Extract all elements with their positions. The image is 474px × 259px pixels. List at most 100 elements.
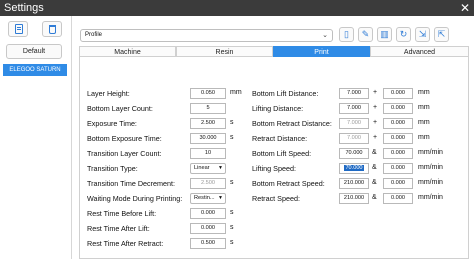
bottom-lift-distance-op: + — [373, 89, 378, 96]
tab-print[interactable]: Print — [273, 46, 370, 57]
print-settings-panel: Layer Height: 0.050 mm Bottom Layer Coun… — [79, 57, 469, 259]
waiting-mode-value: Restin... — [194, 195, 215, 201]
lifting-distance-input[interactable]: 7.000 — [339, 103, 369, 114]
refresh-profile-button[interactable]: ↻ — [396, 27, 411, 42]
bottom-lift-speed-label: Bottom Lift Speed: — [252, 149, 312, 158]
bottom-lift-distance-label: Bottom Lift Distance: — [252, 89, 319, 98]
transition-layer-count-input[interactable]: 10 — [190, 148, 226, 159]
bottom-lift-distance-unit: mm — [418, 89, 430, 96]
rest-after-lift-input[interactable]: 0.000 — [190, 223, 226, 234]
printer-sidebar: Default ELEGOO SATURN — [0, 16, 72, 259]
bottom-retract-speed-unit: mm/min — [418, 179, 443, 186]
retract-distance-input[interactable]: 7.000 — [339, 133, 369, 144]
rest-after-retract-label: Rest Time After Retract: — [87, 239, 164, 248]
bottom-retract-speed-extra-input[interactable]: 0.000 — [383, 178, 413, 189]
lifting-distance-extra-input[interactable]: 0.000 — [383, 103, 413, 114]
lifting-distance-op: + — [373, 104, 378, 111]
retract-distance-label: Retract Distance: — [252, 134, 308, 143]
bottom-retract-distance-label: Bottom Retract Distance: — [252, 119, 332, 128]
retract-speed-label: Retract Speed: — [252, 194, 300, 203]
retract-speed-op: & — [372, 194, 377, 201]
settings-window: Default ELEGOO SATURN Profile ⌄ ▯ ✎ ▥ ↻ … — [0, 16, 474, 259]
waiting-mode-label: Waiting Mode During Printing: — [87, 194, 183, 203]
new-icon: ▯ — [344, 29, 349, 39]
bottom-exposure-time-input[interactable]: 30.000 — [190, 133, 226, 144]
tab-bar: Machine Resin Print Advanced — [79, 46, 469, 57]
rest-after-lift-label: Rest Time After Lift: — [87, 224, 150, 233]
bottom-exposure-time-label: Bottom Exposure Time: — [87, 134, 162, 143]
edit-profile-button[interactable]: ✎ — [358, 27, 373, 42]
bottom-lift-speed-unit: mm/min — [418, 149, 443, 156]
doc-icon — [15, 24, 23, 34]
export-profile-button[interactable]: ⇱ — [434, 27, 449, 42]
default-button[interactable]: Default — [6, 44, 62, 59]
tab-resin[interactable]: Resin — [176, 46, 273, 57]
rest-before-lift-label: Rest Time Before Lift: — [87, 209, 157, 218]
lifting-speed-extra-input[interactable]: 0.000 — [383, 163, 413, 174]
rest-before-lift-input[interactable]: 0.000 — [190, 208, 226, 219]
lifting-distance-unit: mm — [418, 104, 430, 111]
bottom-retract-distance-extra-input[interactable]: 0.000 — [383, 118, 413, 129]
lifting-distance-label: Lifting Distance: — [252, 104, 304, 113]
lifting-speed-input[interactable]: 70.000 — [339, 163, 369, 174]
bottom-retract-speed-input[interactable]: 210.000 — [339, 178, 369, 189]
profile-dropdown[interactable]: Profile ⌄ — [80, 29, 333, 42]
bottom-lift-distance-extra-input[interactable]: 0.000 — [383, 88, 413, 99]
rest-after-retract-input[interactable]: 0.500 — [190, 238, 226, 249]
rest-before-lift-unit: s — [230, 209, 234, 216]
bottom-exposure-time-unit: s — [230, 134, 234, 141]
bottom-lift-speed-op: & — [372, 149, 377, 156]
retract-distance-unit: mm — [418, 134, 430, 141]
printer-item-elegoo-saturn[interactable]: ELEGOO SATURN — [3, 64, 67, 76]
tab-machine[interactable]: Machine — [79, 46, 176, 57]
delete-icon: ▥ — [380, 29, 389, 39]
bottom-layer-count-input[interactable]: 5 — [190, 103, 226, 114]
import-profile-button[interactable]: ⇲ — [415, 27, 430, 42]
retract-speed-unit: mm/min — [418, 194, 443, 201]
exposure-time-unit: s — [230, 119, 234, 126]
bottom-retract-distance-op: + — [373, 119, 378, 126]
bottom-retract-distance-input[interactable]: 7.000 — [339, 118, 369, 129]
delete-profile-button[interactable]: ▥ — [377, 27, 392, 42]
retract-distance-extra-input[interactable]: 0.000 — [383, 133, 413, 144]
caret-down-icon: ▼ — [218, 165, 223, 171]
lifting-speed-op: & — [372, 164, 377, 171]
new-printer-button[interactable] — [8, 21, 28, 37]
retract-speed-extra-input[interactable]: 0.000 — [383, 193, 413, 204]
transition-time-decrement-unit: s — [230, 179, 234, 186]
chevron-down-icon: ⌄ — [322, 32, 328, 39]
bottom-retract-distance-unit: mm — [418, 119, 430, 126]
lifting-speed-selected-text: 70.000 — [344, 165, 364, 171]
export-icon: ⇱ — [437, 29, 446, 39]
bottom-layer-count-label: Bottom Layer Count: — [87, 104, 153, 113]
new-profile-button[interactable]: ▯ — [339, 27, 354, 42]
lifting-speed-unit: mm/min — [418, 164, 443, 171]
bottom-retract-speed-op: & — [372, 179, 377, 186]
transition-time-decrement-label: Transition Time Decrement: — [87, 179, 176, 188]
rest-after-retract-unit: s — [230, 239, 234, 246]
transition-type-value: Linear — [194, 165, 210, 171]
transition-time-decrement-input[interactable]: 2.500 — [190, 178, 226, 189]
transition-layer-count-label: Transition Layer Count: — [87, 149, 162, 158]
bottom-lift-speed-input[interactable]: 70.000 — [339, 148, 369, 159]
delete-printer-button[interactable] — [42, 21, 62, 37]
trash-icon — [49, 25, 56, 34]
close-icon[interactable]: ✕ — [460, 0, 470, 16]
import-icon: ⇲ — [418, 29, 427, 39]
transition-type-label: Transition Type: — [87, 164, 138, 173]
bottom-retract-speed-label: Bottom Retract Speed: — [252, 179, 325, 188]
transition-type-select[interactable]: Linear ▼ — [190, 163, 226, 174]
bottom-lift-speed-extra-input[interactable]: 0.000 — [383, 148, 413, 159]
title-bar: Settings ✕ — [0, 0, 474, 16]
exposure-time-input[interactable]: 2.500 — [190, 118, 226, 129]
layer-height-label: Layer Height: — [87, 89, 130, 98]
edit-icon: ✎ — [361, 29, 370, 39]
layer-height-unit: mm — [230, 89, 242, 96]
retract-speed-input[interactable]: 210.000 — [339, 193, 369, 204]
window-title: Settings — [4, 2, 44, 14]
layer-height-input[interactable]: 0.050 — [190, 88, 226, 99]
bottom-lift-distance-input[interactable]: 7.000 — [339, 88, 369, 99]
waiting-mode-select[interactable]: Restin... ▼ — [190, 193, 226, 204]
tab-advanced[interactable]: Advanced — [370, 46, 469, 57]
rest-after-lift-unit: s — [230, 224, 234, 231]
